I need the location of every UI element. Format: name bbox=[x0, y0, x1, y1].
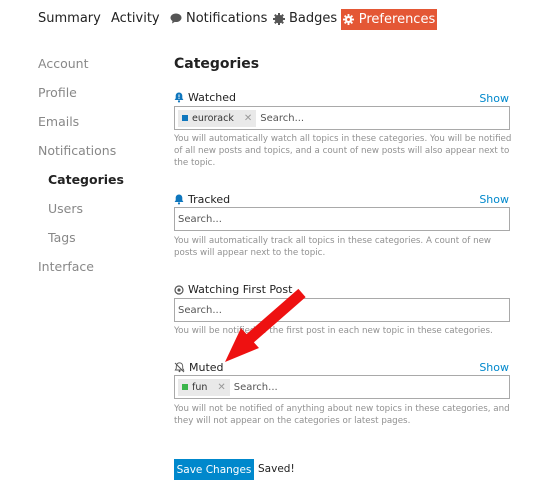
category-chip-eurorack[interactable]: eurorack ✕ bbox=[178, 109, 257, 127]
sidebar-item-account[interactable]: Account bbox=[38, 56, 88, 71]
nav-badges[interactable]: Badges bbox=[273, 11, 337, 26]
save-changes-button[interactable]: Save Changes bbox=[174, 459, 254, 480]
muted-label: Muted bbox=[174, 361, 224, 374]
bell-icon bbox=[174, 194, 184, 205]
watched-search-input[interactable] bbox=[260, 112, 509, 124]
watching-first-post-label-text: Watching First Post bbox=[188, 283, 293, 296]
category-color-swatch bbox=[182, 115, 188, 121]
category-color-swatch bbox=[182, 384, 188, 390]
watched-show-link[interactable]: Show bbox=[479, 92, 509, 105]
bell-exclamation-icon bbox=[174, 92, 184, 103]
nav-notifications-label: Notifications bbox=[186, 11, 268, 26]
tracked-search-input[interactable] bbox=[178, 213, 509, 225]
nav-notifications[interactable]: Notifications bbox=[170, 11, 267, 26]
remove-icon[interactable]: ✕ bbox=[217, 382, 225, 393]
tracked-description: You will automatically track all topics … bbox=[174, 236, 492, 258]
nav-activity[interactable]: Activity bbox=[111, 11, 160, 26]
certificate-icon bbox=[273, 12, 285, 25]
watching-first-post-description: You will be notified of the first post i… bbox=[174, 326, 493, 336]
user-nav: Summary Activity Notifications Badges Pr… bbox=[0, 0, 554, 40]
gear-icon bbox=[342, 14, 354, 25]
category-chip-name: fun bbox=[192, 381, 208, 393]
nav-summary-label: Summary bbox=[38, 11, 101, 26]
watched-label: Watched bbox=[174, 91, 236, 104]
saved-status: Saved! bbox=[258, 463, 295, 475]
watched-categories-field[interactable]: eurorack ✕ bbox=[174, 106, 510, 130]
category-chip-name: eurorack bbox=[192, 112, 234, 124]
tracked-label-text: Tracked bbox=[188, 193, 231, 206]
tracked-label: Tracked bbox=[174, 193, 230, 206]
watched-label-text: Watched bbox=[188, 91, 236, 104]
nav-preferences-label: Preferences bbox=[358, 12, 436, 27]
watched-description: You will automatically watch all topics … bbox=[174, 134, 512, 168]
dot-circle-icon bbox=[174, 284, 184, 295]
sidebar-item-notifications[interactable]: Notifications bbox=[38, 143, 116, 158]
muted-categories-field[interactable]: fun ✕ bbox=[174, 375, 510, 399]
watching-first-post-search-input[interactable] bbox=[178, 304, 509, 316]
sidebar-item-profile[interactable]: Profile bbox=[38, 85, 77, 100]
category-chip-fun[interactable]: fun ✕ bbox=[178, 378, 230, 396]
nav-summary[interactable]: Summary bbox=[38, 11, 101, 26]
page-title: Categories bbox=[174, 56, 260, 72]
sidebar-item-categories[interactable]: Categories bbox=[48, 172, 124, 187]
nav-activity-label: Activity bbox=[111, 11, 160, 26]
nav-preferences[interactable]: Preferences bbox=[341, 9, 437, 30]
sidebar-item-tags[interactable]: Tags bbox=[48, 230, 76, 245]
bell-slash-icon bbox=[174, 362, 185, 373]
watching-first-post-field[interactable] bbox=[174, 298, 510, 322]
muted-description: You will not be notified of anything abo… bbox=[174, 404, 510, 426]
sidebar-item-users[interactable]: Users bbox=[48, 201, 83, 216]
muted-search-input[interactable] bbox=[233, 381, 509, 393]
sidebar-item-interface[interactable]: Interface bbox=[38, 259, 94, 274]
watching-first-post-label: Watching First Post bbox=[174, 283, 292, 296]
muted-label-text: Muted bbox=[189, 361, 224, 374]
nav-badges-label: Badges bbox=[289, 11, 338, 26]
sidebar-item-emails[interactable]: Emails bbox=[38, 114, 79, 129]
tracked-categories-field[interactable] bbox=[174, 207, 510, 231]
comment-icon bbox=[170, 13, 182, 24]
remove-icon[interactable]: ✕ bbox=[244, 113, 252, 124]
muted-show-link[interactable]: Show bbox=[479, 361, 509, 374]
tracked-show-link[interactable]: Show bbox=[479, 193, 509, 206]
